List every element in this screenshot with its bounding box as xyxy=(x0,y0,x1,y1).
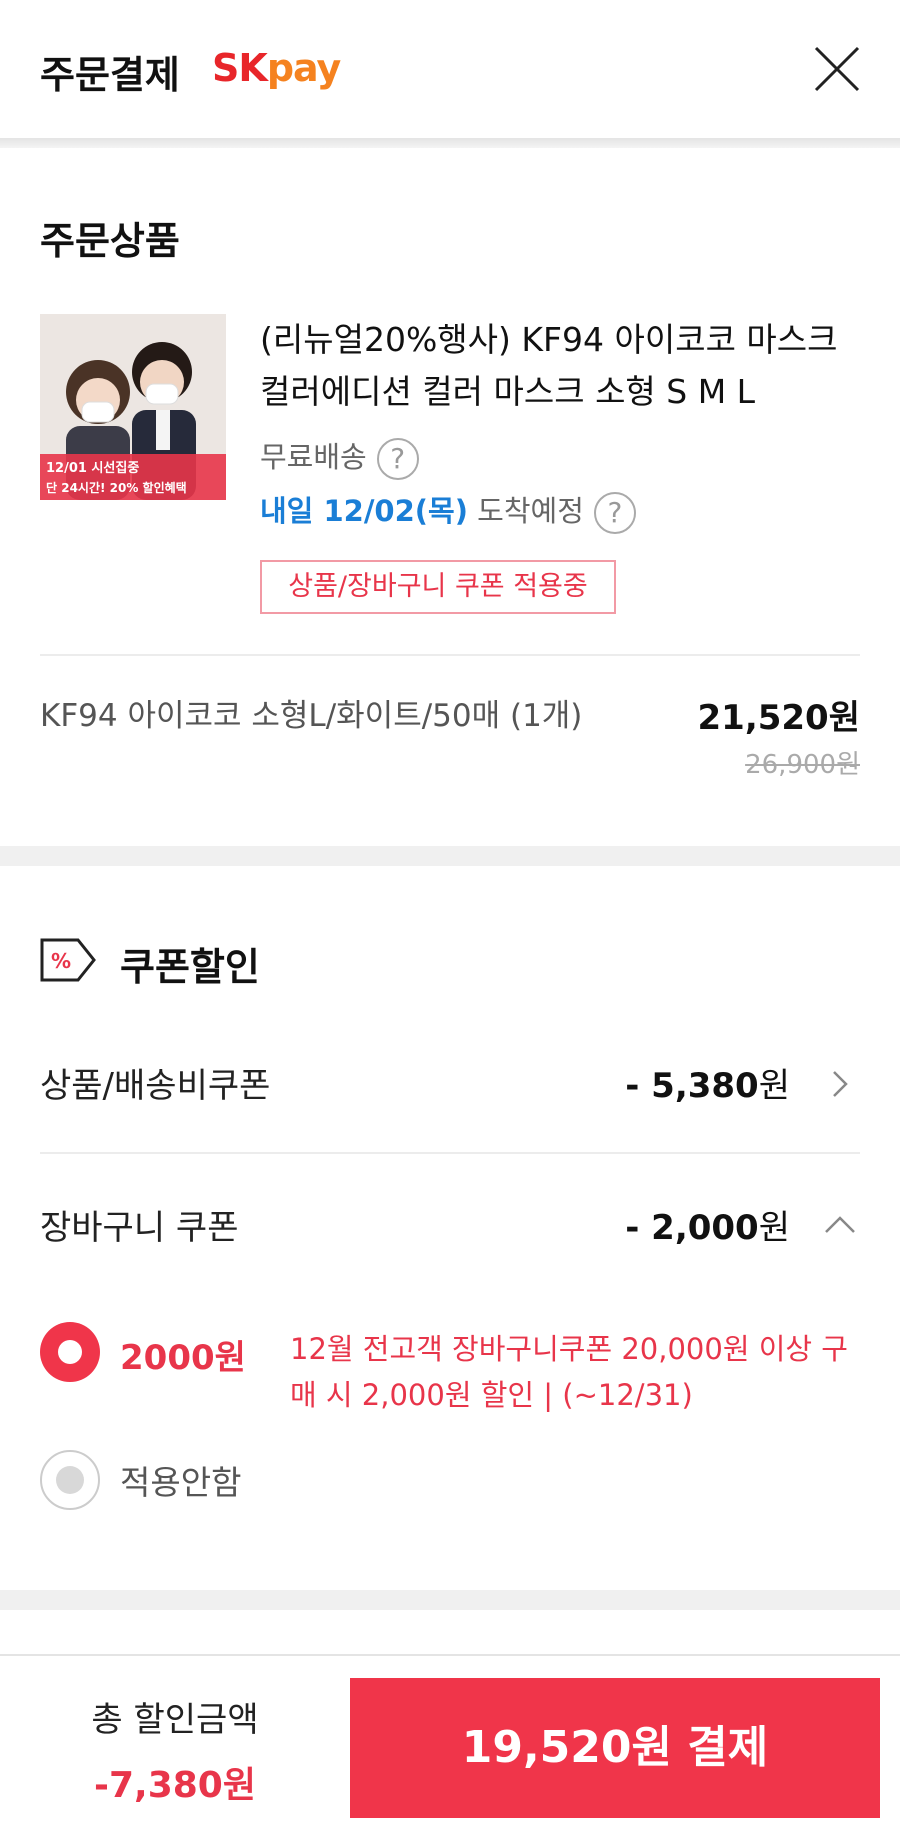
arrival-date: 내일 12/02(목) xyxy=(260,494,468,528)
row-amount: - 5,380원 xyxy=(625,1058,790,1107)
pay-button[interactable]: 19,520원 결제 xyxy=(350,1678,880,1818)
product-shipping-coupon-row[interactable]: 상품/배송비쿠폰 - 5,380원 xyxy=(40,1042,860,1122)
product-original-price: 26,900원 xyxy=(745,750,860,780)
row-amount-value: - 5,380 xyxy=(625,1066,759,1106)
coupon-icon-percent: % xyxy=(51,949,71,973)
help-icon[interactable]: ? xyxy=(376,438,419,480)
section-divider xyxy=(0,1590,900,1610)
coupon-option-amount[interactable]: 2000원 xyxy=(120,1330,246,1379)
header: 주문결제 SKpay xyxy=(0,0,900,140)
bottom-bar: 총 할인금액 -7,380원 19,520원 결제 xyxy=(0,1654,900,1836)
divider xyxy=(40,1152,860,1154)
order-section-title: 주문상품 xyxy=(40,219,180,263)
product-name[interactable]: (리뉴얼20%행사) KF94 아이코코 마스크 컬러에디션 컬러 마스크 소형… xyxy=(260,314,860,418)
shipping-info: 무료배송? xyxy=(260,434,419,480)
product-photo: 12/01 시선집중 단 24시간! 20% 할인혜택 xyxy=(40,314,226,500)
logo-sk-text: SK xyxy=(212,46,268,90)
total-discount-value: -7,380원 xyxy=(94,1765,256,1806)
divider xyxy=(40,654,860,656)
total-discount-label: 총 할인금액 xyxy=(91,1700,259,1740)
coupon-option-description: 12월 전고객 장바구니쿠폰 20,000원 이상 구매 시 2,000원 할인… xyxy=(290,1332,848,1412)
chevron-up-icon[interactable] xyxy=(820,1206,860,1246)
coupon-section-title: 쿠폰할인 xyxy=(120,945,260,989)
row-label: 상품/배송비쿠폰 xyxy=(40,1066,271,1106)
help-icon[interactable]: ? xyxy=(593,492,636,534)
product-option: KF94 아이코코 소형L/화이트/50매 (1개) xyxy=(40,698,583,734)
shipping-label: 무료배송 xyxy=(260,440,367,474)
page-title: 주문결제 xyxy=(40,53,180,97)
row-amount: - 2,000원 xyxy=(625,1200,790,1249)
no-apply-label[interactable]: 적용안함 xyxy=(120,1456,241,1504)
row-label: 장바구니 쿠폰 xyxy=(40,1208,239,1248)
coupon-applied-badge: 상품/장바구니 쿠폰 적용중 xyxy=(260,560,616,614)
coupon-radio-selected[interactable] xyxy=(40,1322,100,1382)
coupon-icon: % xyxy=(40,938,96,982)
row-amount-value: - 2,000 xyxy=(625,1208,759,1248)
product-image: 12/01 시선집중 단 24시간! 20% 할인혜택 xyxy=(40,314,226,500)
arrival-suffix: 도착예정 xyxy=(477,494,584,528)
section-divider xyxy=(0,846,900,866)
cart-coupon-row[interactable]: 장바구니 쿠폰 - 2,000원 xyxy=(40,1184,860,1264)
coupon-radio-none[interactable] xyxy=(40,1450,100,1510)
row-amount-unit: 원 xyxy=(758,1208,790,1248)
product-price: 21,520원 xyxy=(697,698,860,738)
banner-line1: 12/01 시선집중 xyxy=(46,460,139,476)
logo-pay-text: pay xyxy=(266,46,341,90)
chevron-right-icon[interactable] xyxy=(820,1064,860,1104)
skpay-logo: SKpay xyxy=(212,46,341,90)
header-divider xyxy=(0,138,900,148)
banner-line2: 단 24시간! 20% 할인혜택 xyxy=(46,480,187,495)
row-amount-unit: 원 xyxy=(758,1066,790,1106)
close-icon[interactable] xyxy=(812,44,862,94)
arrival-info: 내일 12/02(목) 도착예정? xyxy=(260,488,636,534)
